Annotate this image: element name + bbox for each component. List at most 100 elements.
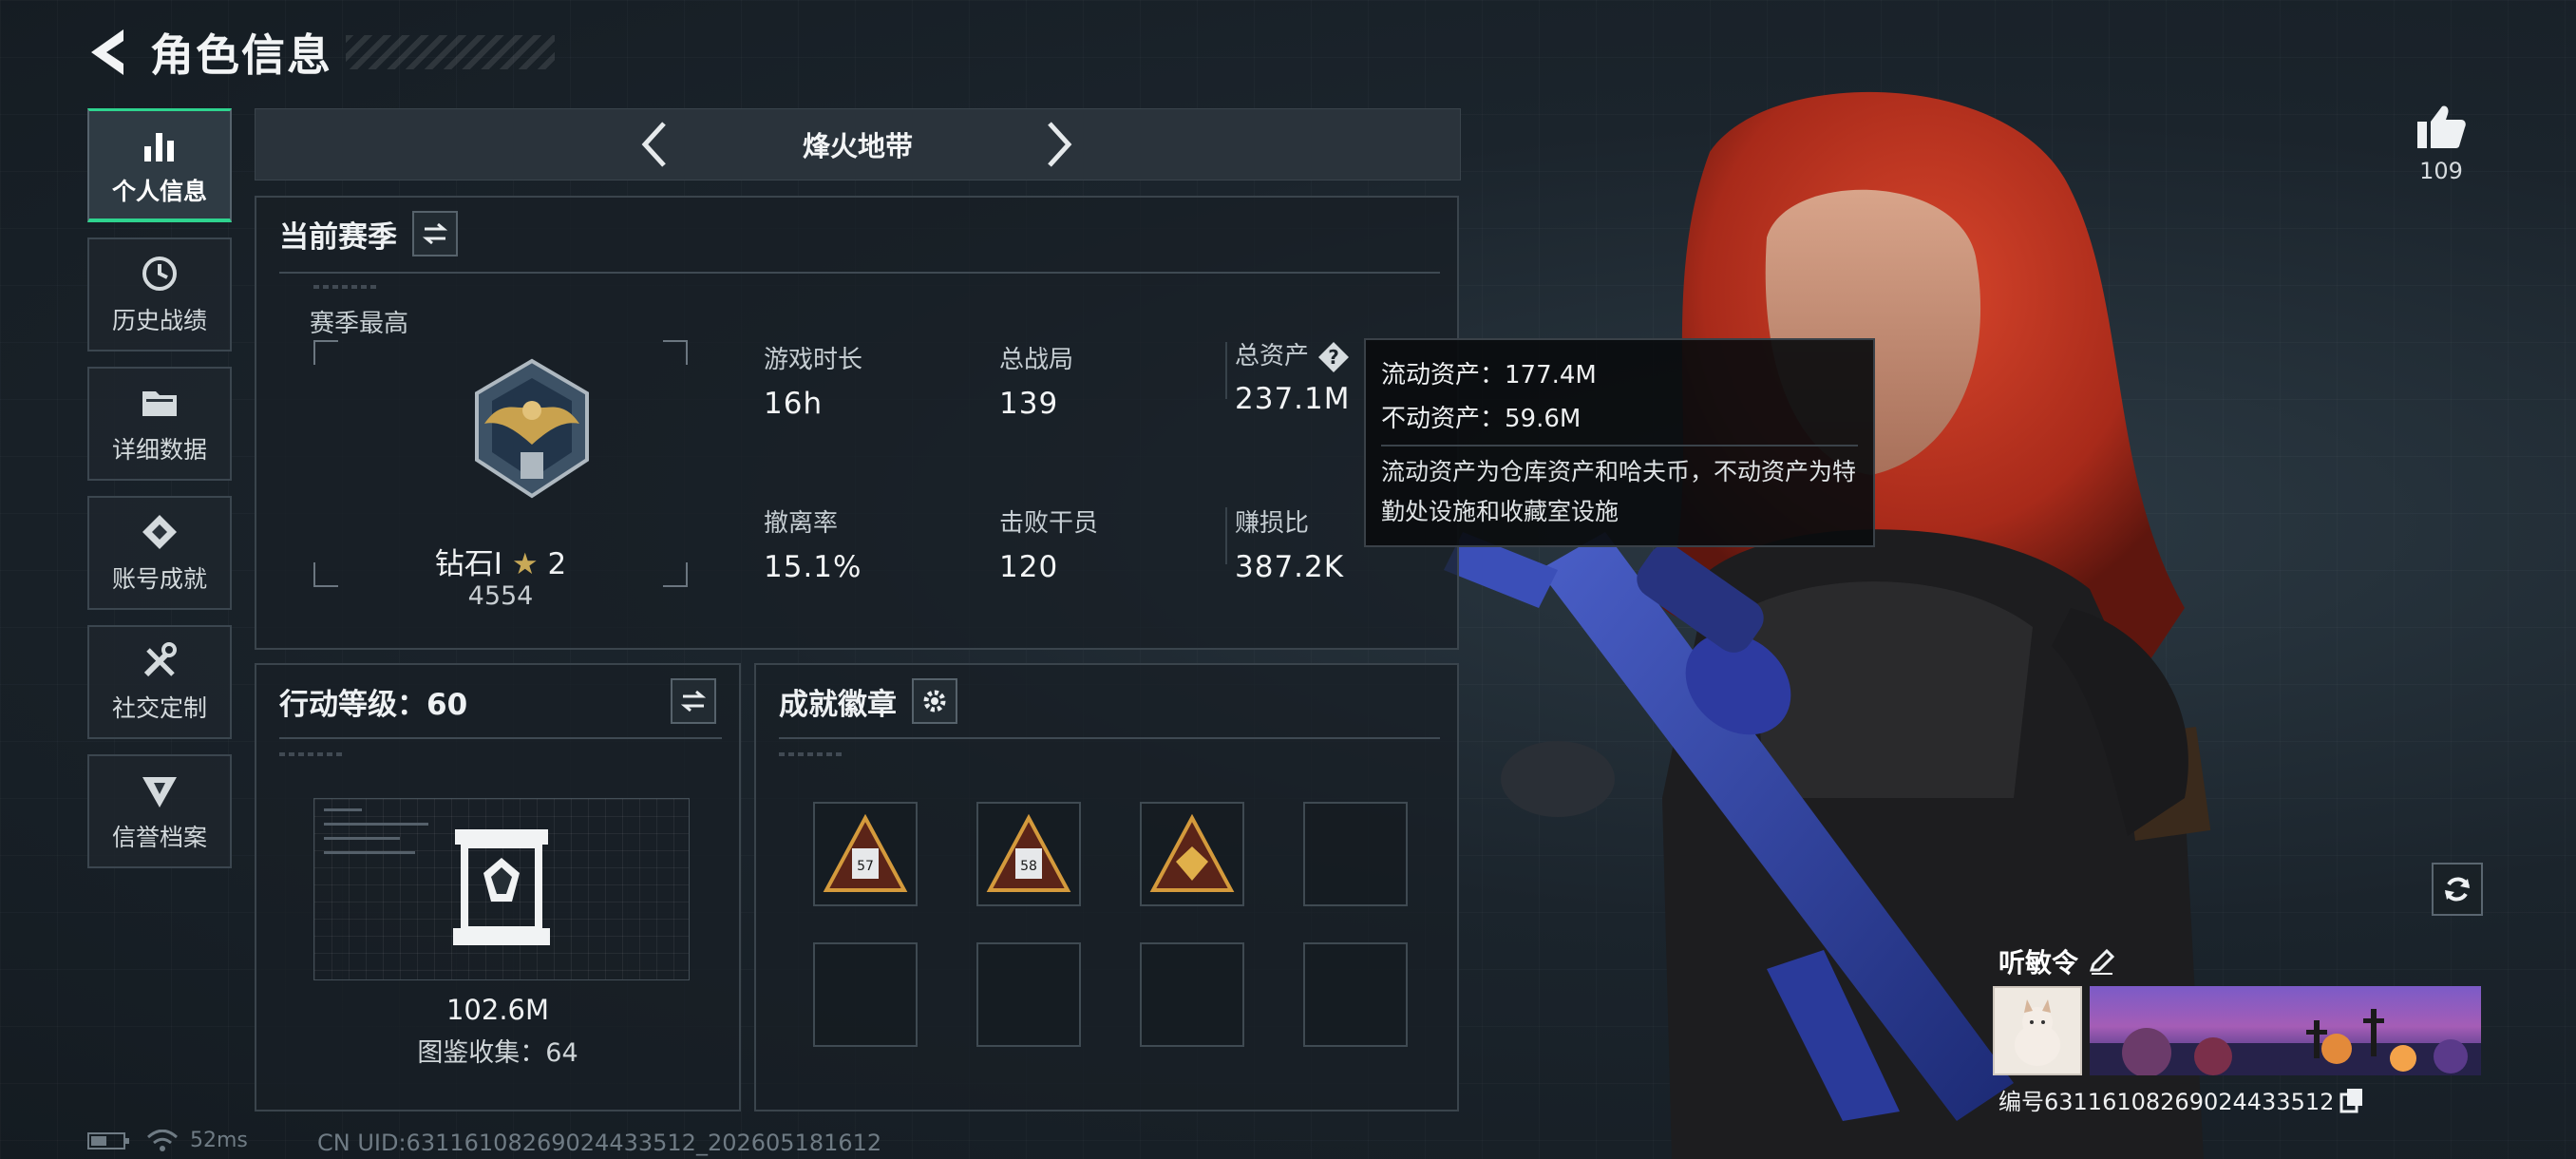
player-id: 编号6311610826902443351​2	[1998, 1089, 2335, 1115]
season-panel-header: 当前赛季	[279, 211, 458, 256]
battery-icon	[87, 1131, 129, 1150]
season-best-label: 赛季最高	[310, 310, 409, 338]
cat-avatar-icon	[2015, 999, 2060, 1066]
sidebar-item-detailed-data[interactable]: 详细数据	[87, 367, 232, 481]
achievement-badge-icon	[1149, 814, 1235, 892]
badge-number: 57	[857, 859, 874, 874]
collection-display[interactable]	[313, 798, 690, 980]
rank-name: 钻石Ⅰ	[434, 547, 502, 581]
stat-label: 赚损比	[1235, 509, 1310, 538]
title-decoration	[346, 35, 555, 69]
sidebar-item-account-achievements[interactable]: 账号成就	[87, 496, 232, 610]
badge-slot[interactable]: 58	[976, 802, 1081, 906]
sidebar-item-history[interactable]: 历史战绩	[87, 238, 232, 352]
page-title: 角色信息	[150, 29, 332, 81]
status-bar: 52ms	[87, 1129, 248, 1152]
bar-chart-icon	[144, 132, 174, 162]
achievements-settings-button[interactable]	[912, 678, 957, 724]
decoration	[324, 808, 438, 865]
header: 角色信息	[85, 21, 555, 84]
refresh-button[interactable]	[2432, 863, 2483, 916]
decoration	[313, 285, 380, 289]
profile-banner[interactable]	[2090, 986, 2481, 1075]
sidebar-item-personal-info[interactable]: 个人信息	[87, 108, 232, 222]
tooltip-fixed-assets: 不动资产：59.6M	[1381, 405, 1582, 433]
uid-text: CN UID:63116108269024433512_202605181612	[317, 1130, 882, 1156]
wifi-icon	[146, 1129, 179, 1151]
mode-title: 烽火地带	[802, 130, 913, 162]
like-count: 109	[2419, 158, 2463, 184]
mode-selector: 烽火地带	[255, 108, 1461, 180]
divider	[1381, 445, 1858, 446]
assets-tooltip: 流动资产：177.4M 不动资产：59.6M 流动资产为仓库资产和哈夫币，不动资…	[1364, 338, 1875, 547]
tools-icon	[143, 642, 177, 677]
decoration	[279, 752, 346, 756]
achievements-header: 成就徽章	[779, 678, 957, 724]
stat-value: 15.1%	[764, 550, 862, 584]
sidebar-item-social-custom[interactable]: 社交定制	[87, 625, 232, 739]
season-switch-button[interactable]	[412, 211, 458, 256]
stat-label: 击败干员	[999, 509, 1099, 538]
action-level-header: 行动等级：60	[279, 678, 716, 724]
copy-icon[interactable]	[2339, 1087, 2364, 1113]
svg-text:?: ?	[1328, 346, 1339, 369]
divider	[779, 737, 1440, 739]
help-icon[interactable]: ?	[1316, 340, 1351, 374]
badge-slot-empty[interactable]	[1303, 802, 1408, 906]
sidebar-item-label: 社交定制	[111, 694, 207, 722]
badge-slot-empty[interactable]	[976, 942, 1081, 1047]
badge-slot[interactable]: 57	[813, 802, 918, 906]
stat-total-assets[interactable]: 总资产? 237.1M	[1235, 336, 1351, 416]
season-panel: 当前赛季 赛季最高 钻石Ⅰ ★ 2 4554 游戏时长 16h 总战局 139 …	[255, 196, 1459, 650]
swap-arrows-icon	[422, 222, 448, 245]
stat-total-matches: 总战局 139	[999, 340, 1073, 421]
action-level-switch-button[interactable]	[671, 678, 716, 724]
rank-score: 4554	[467, 581, 534, 611]
badge-slot-empty[interactable]	[1140, 942, 1244, 1047]
thumbs-up-icon	[2417, 105, 2466, 148]
rank-stars: 2	[547, 547, 567, 581]
sidebar-item-label: 信誉档案	[111, 824, 207, 851]
edit-pencil-icon[interactable]	[2088, 947, 2116, 976]
player-name-row: 听敏令	[1998, 942, 2116, 980]
player-name: 听敏令	[1998, 947, 2079, 978]
stat-value: 120	[999, 550, 1059, 584]
stat-label: 总资产	[1235, 342, 1310, 370]
sidebar-item-label: 账号成就	[111, 565, 207, 593]
sidebar-item-reputation[interactable]: 信誉档案	[87, 754, 232, 868]
stat-profit-loss-ratio: 赚损比 387.2K	[1235, 504, 1344, 584]
back-arrow-icon[interactable]	[85, 24, 133, 81]
divider	[1225, 507, 1227, 564]
achievements-title: 成就徽章	[779, 687, 897, 722]
rank-emblem-icon	[475, 358, 589, 499]
history-clock-icon	[142, 256, 177, 291]
badge-slot-empty[interactable]	[813, 942, 918, 1047]
graveyard-banner-art	[2090, 1009, 2481, 1075]
tooltip-note: 流动资产为仓库资产和哈夫币，不动资产为特勤处设施和收藏室设施	[1381, 458, 1857, 525]
stat-label: 游戏时长	[764, 346, 863, 374]
swap-arrows-icon	[680, 690, 707, 712]
avatar[interactable]	[1993, 986, 2082, 1075]
gear-icon	[923, 690, 946, 712]
stat-operators-defeated: 击败干员 120	[999, 504, 1098, 584]
divider	[1225, 342, 1227, 399]
refresh-icon	[2445, 877, 2470, 902]
player-id-row: 编号6311610826902443351​2	[1998, 1083, 2364, 1116]
divider	[279, 272, 1440, 274]
stat-play-time: 游戏时长 16h	[764, 340, 862, 421]
stat-value: 16h	[764, 387, 824, 421]
badge-slot-empty[interactable]	[1303, 942, 1408, 1047]
star-icon: ★	[511, 547, 539, 581]
mode-prev-arrow-icon[interactable]	[635, 116, 673, 173]
divider	[279, 737, 722, 739]
badge-slot[interactable]	[1140, 802, 1244, 906]
stat-label: 撤离率	[764, 509, 839, 538]
ping-value: 52ms	[190, 1129, 248, 1152]
stat-value: 237.1M	[1235, 381, 1351, 416]
action-level-panel: 行动等级：60 102.6M 图鉴收集：64	[255, 663, 741, 1112]
collection-count: 图鉴收集：64	[417, 1038, 578, 1068]
like-widget[interactable]: 109	[2413, 103, 2470, 184]
sidebar-item-label: 个人信息	[111, 177, 207, 205]
mode-next-arrow-icon[interactable]	[1040, 116, 1078, 173]
sidebar: 个人信息 历史战绩 详细数据 账号成就 社交定制 信誉档案	[87, 108, 234, 884]
